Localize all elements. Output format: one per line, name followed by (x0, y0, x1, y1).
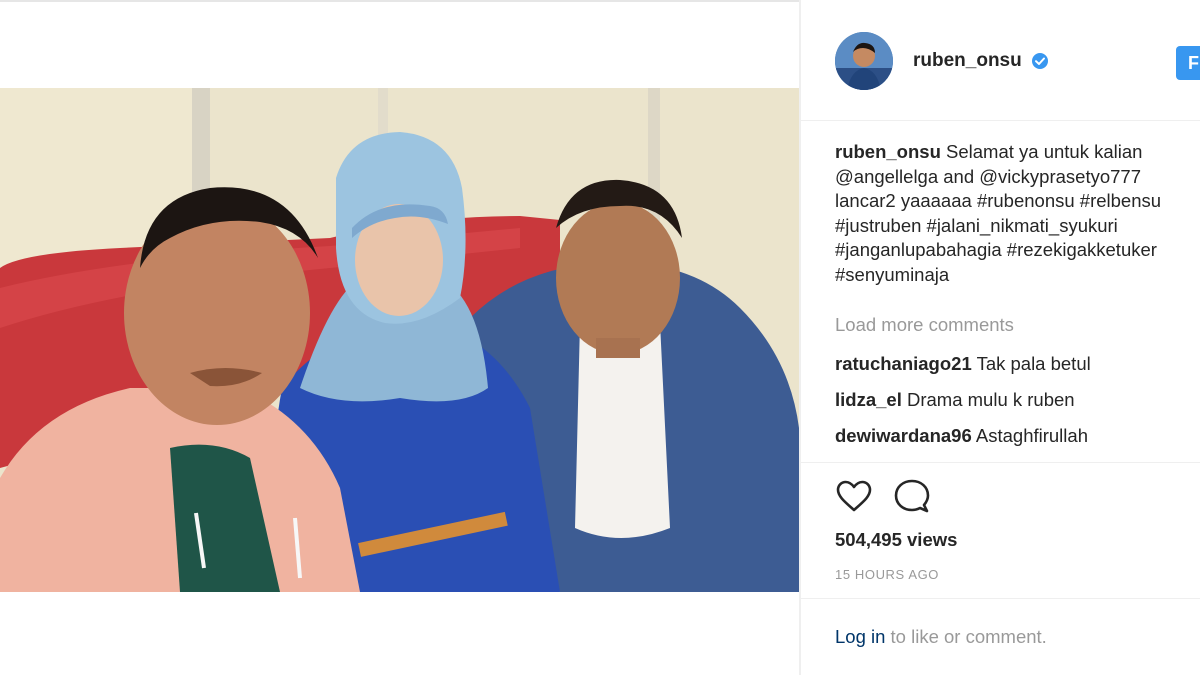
avatar[interactable] (835, 32, 893, 90)
login-prompt-text: to like or comment. (885, 626, 1047, 647)
comment-text: Drama mulu k ruben (906, 389, 1075, 410)
post-timestamp[interactable]: 15 HOURS AGO (835, 567, 939, 582)
caption-line-3[interactable]: lancar2 yaaaaaa #rubenonsu #relbensu (835, 189, 1200, 214)
post-header: ruben_onsu F (835, 30, 1200, 92)
comment-username[interactable]: dewiwardana96 (835, 425, 972, 446)
caption-text: Selamat ya untuk kalian (946, 141, 1143, 162)
post-caption: ruben_onsu Selamat ya untuk kalian @ange… (835, 140, 1200, 287)
follow-button[interactable]: F (1176, 46, 1200, 80)
caption-line-2[interactable]: @angellelga and @vickyprasetyo777 (835, 165, 1200, 190)
top-border (0, 0, 800, 2)
login-prompt: Log in to like or comment. (835, 626, 1047, 648)
comment-list: ratuchaniago21 Tak pala betul lidza_el D… (835, 352, 1200, 460)
comments-divider (801, 462, 1200, 463)
caption-line-5[interactable]: #janganlupabahagia #rezekigakketuker (835, 238, 1200, 263)
login-link[interactable]: Log in (835, 626, 885, 647)
photo-illustration (0, 88, 799, 592)
load-more-comments-link[interactable]: Load more comments (835, 314, 1014, 336)
caption-line-1: ruben_onsu Selamat ya untuk kalian (835, 140, 1200, 165)
comment-item: ratuchaniago21 Tak pala betul (835, 352, 1200, 388)
comment-item: dewiwardana96 Astaghfirullah (835, 424, 1200, 460)
comment-item: lidza_el Drama mulu k ruben (835, 388, 1200, 424)
panel-divider (799, 0, 801, 675)
header-divider (801, 120, 1200, 121)
heart-icon[interactable] (835, 478, 873, 516)
comment-username[interactable]: lidza_el (835, 389, 902, 410)
post-photo[interactable] (0, 88, 799, 592)
comment-bubble-icon[interactable] (893, 478, 931, 516)
caption-line-4[interactable]: #justruben #jalani_nikmati_syukuri (835, 214, 1200, 239)
comment-username[interactable]: ratuchaniago21 (835, 353, 972, 374)
view-count[interactable]: 504,495 views (835, 529, 957, 551)
caption-line-6[interactable]: #senyuminaja (835, 263, 1200, 288)
footer-divider (801, 598, 1200, 599)
comment-text: Tak pala betul (976, 353, 1091, 374)
caption-author[interactable]: ruben_onsu (835, 141, 941, 162)
avatar-image (835, 32, 893, 90)
comment-text: Astaghfirullah (975, 425, 1088, 446)
post-author-username[interactable]: ruben_onsu (913, 50, 1022, 72)
verified-badge-icon (1031, 52, 1049, 70)
